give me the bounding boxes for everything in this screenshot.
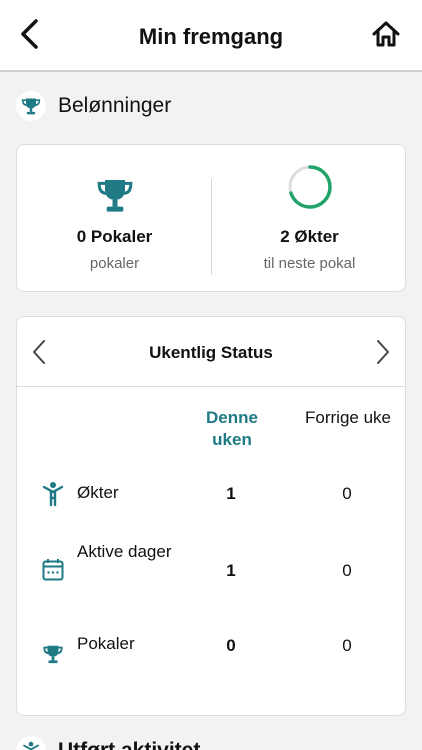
table-row: Pokaler 0 0 [17, 629, 405, 679]
trophy-icon [41, 641, 65, 667]
next-week-button[interactable] [369, 337, 397, 367]
home-icon [372, 21, 400, 47]
sessions-this-week: 1 [226, 484, 236, 503]
column-header-last-week: Forrige uke [305, 408, 391, 427]
trophy-icon [16, 91, 46, 121]
sessions-count-label: til neste pokal [263, 255, 356, 272]
table-row: Økter 1 0 [17, 469, 405, 519]
section-title-rewards: Belønninger [58, 94, 172, 117]
person-icon [41, 481, 65, 507]
weekly-status-header: Ukentlig Status [17, 317, 405, 387]
sessions-count: 2 Økter [280, 227, 339, 246]
activity-icon [16, 736, 46, 750]
trophy-icon [17, 175, 212, 219]
trophies-summary: 0 Pokaler pokaler [17, 145, 212, 293]
row-label-active-days: Aktive dager [77, 542, 172, 561]
progress-ring [212, 163, 407, 209]
table-row: Aktive dager 1 0 [17, 542, 405, 599]
home-button[interactable] [370, 18, 402, 50]
section-title-completed-activity: Utført aktivitet [58, 739, 200, 750]
weekly-status-title: Ukentlig Status [149, 343, 273, 362]
column-header-this-week: Denne uken [206, 408, 258, 449]
weekly-status-card: Ukentlig Status Denne uken Forrige uke Ø… [16, 316, 406, 716]
row-label-sessions: Økter [77, 483, 119, 502]
app-header: Min fremgang [0, 0, 422, 72]
calendar-icon [41, 557, 65, 583]
sessions-to-next-trophy: 2 Økter til neste pokal [212, 145, 407, 293]
trophies-last-week: 0 [342, 636, 352, 655]
rewards-section-header: Belønninger [16, 90, 171, 122]
completed-activity-section-header: Utført aktivitet [16, 736, 200, 750]
page-title: Min fremgang [138, 24, 284, 49]
active-days-this-week: 1 [226, 561, 236, 580]
rewards-card: 0 Pokaler pokaler 2 Økter til neste poka… [16, 144, 406, 292]
active-days-last-week: 0 [342, 561, 352, 580]
row-label-trophies: Pokaler [77, 634, 135, 653]
trophy-count-label: pokaler [89, 255, 140, 272]
trophies-this-week: 0 [226, 636, 236, 655]
sessions-last-week: 0 [342, 484, 352, 503]
chevron-right-icon [377, 340, 389, 364]
trophy-count: 0 Pokaler [76, 227, 153, 246]
